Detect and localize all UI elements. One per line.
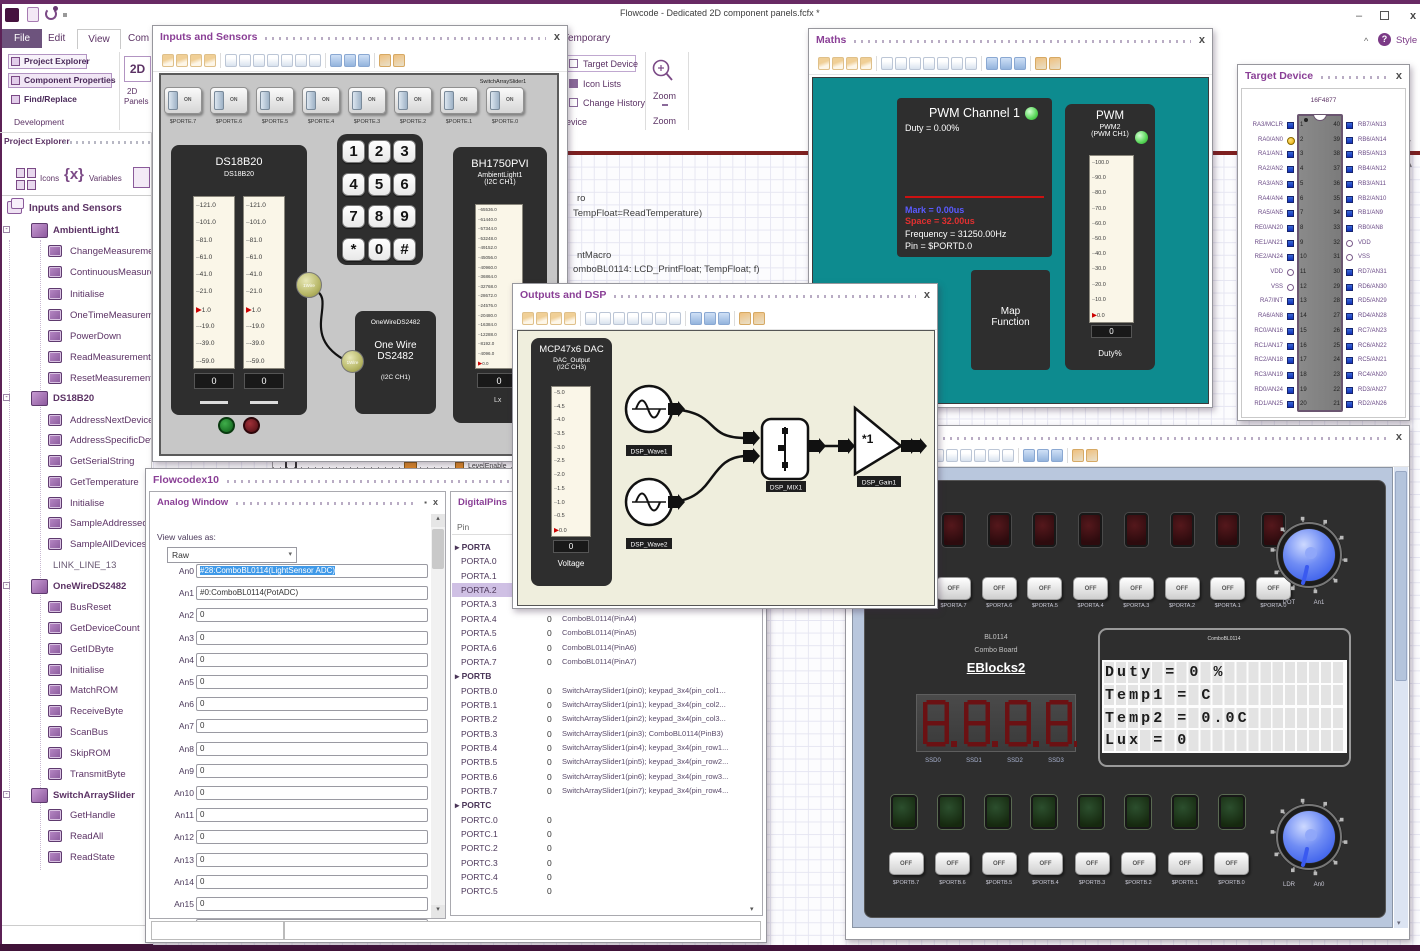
svg-text:DSP_MIX1: DSP_MIX1: [770, 485, 803, 492]
svg-text:DSP_Wave1: DSP_Wave1: [631, 449, 668, 456]
svg-text:DSP_Wave2: DSP_Wave2: [631, 542, 668, 549]
svg-text:*1: *1: [862, 432, 874, 446]
svg-text:DSP_Gain1: DSP_Gain1: [862, 480, 897, 487]
